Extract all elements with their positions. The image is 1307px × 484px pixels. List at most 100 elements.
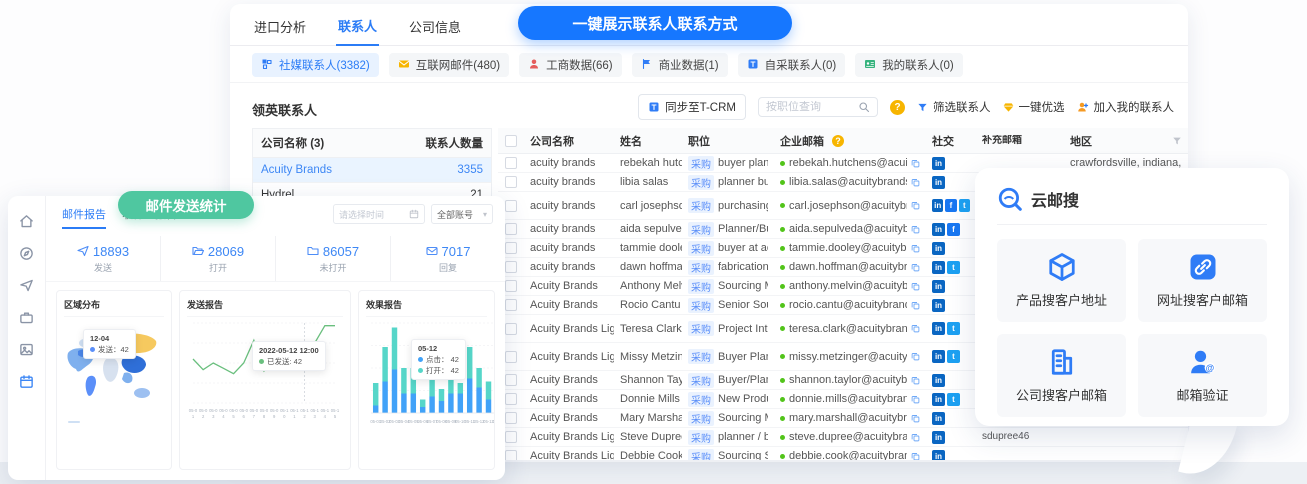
linkedin-icon[interactable]: in — [932, 157, 945, 170]
linkedin-icon[interactable]: in — [932, 374, 945, 387]
copy-email-icon[interactable] — [911, 352, 920, 361]
copy-email-icon[interactable] — [911, 433, 920, 442]
twitter-icon[interactable]: t — [947, 393, 960, 406]
gallery-icon[interactable] — [19, 342, 34, 357]
row-checkbox[interactable] — [505, 280, 517, 292]
copy-email-icon[interactable] — [911, 178, 920, 187]
one-key-optimize-button[interactable]: 一键优选 — [1003, 99, 1065, 115]
row-checkbox[interactable] — [505, 431, 517, 443]
region-chart-title: 区域分布 — [64, 298, 164, 317]
copy-email-icon[interactable] — [911, 244, 920, 253]
add-to-my-contacts-button[interactable]: 加入我的联系人 — [1077, 99, 1175, 115]
tab-公司信息[interactable]: 公司信息 — [407, 5, 463, 45]
linkedin-icon[interactable]: in — [932, 412, 945, 425]
row-checkbox[interactable] — [505, 393, 517, 405]
linkedin-icon[interactable]: in — [932, 322, 945, 335]
contact-email: debbie.cook@acuitybrands.com — [774, 450, 926, 460]
select-all-checkbox[interactable] — [505, 135, 517, 147]
linkedin-icon[interactable]: in — [932, 261, 945, 274]
copy-email-icon[interactable] — [911, 452, 920, 461]
copy-email-icon[interactable] — [911, 301, 920, 310]
row-checkbox[interactable] — [505, 176, 517, 188]
contact-title: 采购planner buyer — [682, 175, 774, 190]
contact-row[interactable]: Acuity Brands LightingSteve Dupree采购plan… — [498, 428, 1188, 447]
sync-tcrm-button[interactable]: 同步至T-CRM — [638, 94, 746, 120]
copy-email-icon[interactable] — [911, 282, 920, 291]
diamond-icon — [1003, 102, 1014, 113]
company-row[interactable]: Acuity Brands3355 — [253, 158, 491, 183]
row-checkbox[interactable] — [505, 157, 517, 169]
purchase-tag: 采购 — [688, 260, 714, 275]
linkedin-icon[interactable]: in — [932, 431, 945, 444]
copy-email-icon[interactable] — [911, 414, 920, 423]
twitter-icon[interactable]: t — [947, 322, 960, 335]
linkedin-icon[interactable]: in — [932, 223, 945, 236]
mail-tab[interactable]: 邮件报告 — [62, 206, 106, 229]
linkedin-icon[interactable]: in — [932, 176, 945, 189]
facebook-icon[interactable]: f — [945, 199, 956, 212]
cloud-tile[interactable]: 网址搜客户邮箱 — [1138, 239, 1267, 322]
filter-contacts-button[interactable]: 筛选联系人 — [917, 99, 991, 115]
tab-进口分析[interactable]: 进口分析 — [252, 5, 308, 45]
help-icon[interactable]: ? — [890, 100, 905, 115]
row-checkbox[interactable] — [505, 261, 517, 273]
row-checkbox[interactable] — [505, 299, 517, 311]
linkedin-icon[interactable]: in — [932, 350, 945, 363]
linkedin-icon[interactable]: in — [932, 450, 945, 461]
linkedin-icon[interactable]: in — [932, 242, 945, 255]
contact-name: tammie dooley — [614, 242, 682, 254]
facebook-icon[interactable]: f — [947, 223, 960, 236]
cloud-tile[interactable]: @邮箱验证 — [1138, 334, 1267, 417]
row-checkbox[interactable] — [505, 200, 517, 212]
cloud-tile[interactable]: 产品搜客户地址 — [997, 239, 1126, 322]
svg-text:05-0: 05-0 — [270, 408, 279, 413]
row-checkbox[interactable] — [505, 223, 517, 235]
source-tab[interactable]: 商业数据(1) — [632, 53, 728, 77]
email-verified-dot — [780, 378, 785, 383]
copy-email-icon[interactable] — [911, 395, 920, 404]
linkedin-icon[interactable]: in — [932, 393, 945, 406]
send-report-line-chart[interactable]: 05-0105-0205-0305-0405-0505-0605-0705-08… — [187, 317, 341, 425]
search-input[interactable] — [766, 101, 852, 113]
row-checkbox[interactable] — [505, 323, 517, 335]
copy-email-icon[interactable] — [911, 201, 920, 210]
row-checkbox[interactable] — [505, 242, 517, 254]
linkedin-icon[interactable]: in — [932, 199, 943, 212]
source-tab[interactable]: 互联网邮件(480) — [389, 53, 509, 77]
search-icon[interactable] — [858, 101, 870, 113]
copy-email-icon[interactable] — [911, 263, 920, 272]
mail-controls: 请选择时间 全部账号 ▾ — [333, 204, 493, 224]
tab-联系人[interactable]: 联系人 — [336, 4, 379, 46]
home-icon[interactable] — [19, 214, 34, 229]
source-tab[interactable]: 社媒联系人(3382) — [252, 53, 379, 77]
briefcase-icon[interactable] — [19, 310, 34, 325]
account-select[interactable]: 全部账号 ▾ — [431, 204, 493, 224]
date-range-picker[interactable]: 请选择时间 — [333, 204, 425, 224]
contact-company: acuity brands — [524, 223, 614, 235]
compass-icon[interactable] — [19, 246, 34, 261]
row-checkbox[interactable] — [505, 450, 517, 460]
cloud-tile[interactable]: 公司搜客户邮箱 — [997, 334, 1126, 417]
twitter-icon[interactable]: t — [947, 261, 960, 274]
source-tab[interactable]: 工商数据(66) — [519, 53, 621, 77]
email-help-icon[interactable]: ? — [832, 135, 844, 147]
row-checkbox[interactable] — [505, 351, 517, 363]
calendar-icon[interactable] — [19, 374, 34, 389]
source-tab[interactable]: 自采联系人(0) — [738, 53, 846, 77]
row-checkbox[interactable] — [505, 374, 517, 386]
twitter-icon[interactable]: t — [947, 350, 960, 363]
source-tab[interactable]: 我的联系人(0) — [855, 53, 963, 77]
twitter-icon[interactable]: t — [959, 199, 970, 212]
row-checkbox[interactable] — [505, 412, 517, 424]
linkedin-icon[interactable]: in — [932, 299, 945, 312]
contact-row[interactable]: Acuity Brands LightingDebbie Cook采购Sourc… — [498, 447, 1188, 460]
linkedin-icon[interactable]: in — [932, 280, 945, 293]
copy-email-icon[interactable] — [911, 324, 920, 333]
copy-email-icon[interactable] — [911, 159, 920, 168]
copy-email-icon[interactable] — [911, 225, 920, 234]
link-icon — [1188, 252, 1218, 282]
region-chart-card: 区域分布 12-04 发送：42 — [56, 290, 172, 470]
region-filter-icon[interactable] — [1172, 136, 1182, 146]
send-icon[interactable] — [19, 278, 34, 293]
copy-email-icon[interactable] — [911, 376, 920, 385]
